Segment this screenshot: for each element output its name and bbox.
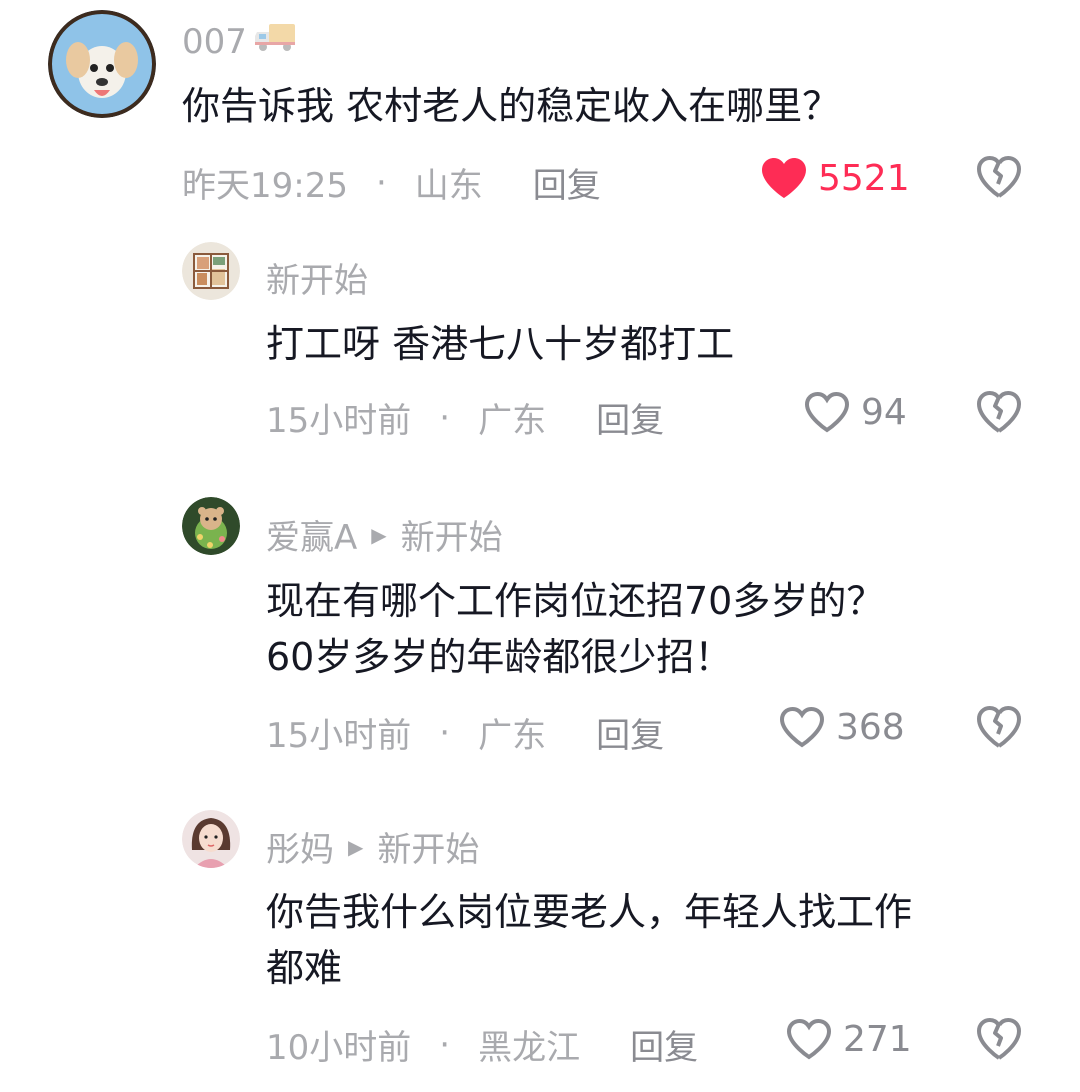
dislike-button[interactable] xyxy=(975,389,1023,439)
comment-username[interactable]: 彤妈 ▶ 新开始 xyxy=(266,822,479,871)
like-count: 5521 xyxy=(818,157,910,199)
like-button[interactable]: 271 xyxy=(785,1017,912,1061)
like-count: 271 xyxy=(843,1018,912,1060)
broken-heart-icon xyxy=(977,706,1021,748)
avatar[interactable] xyxy=(182,497,240,555)
avatar[interactable] xyxy=(48,10,156,118)
comment-username[interactable]: 新开始 xyxy=(266,253,368,302)
comment-location: 黑龙江 xyxy=(478,1028,581,1068)
dislike-button[interactable] xyxy=(975,704,1023,754)
reply-button[interactable]: 回复 xyxy=(596,708,664,757)
comment-time: 10小时前 xyxy=(266,1028,412,1068)
reply-to-username[interactable]: 新开始 xyxy=(401,510,503,559)
like-button[interactable]: 94 xyxy=(803,390,907,434)
comment-username[interactable]: 007 xyxy=(182,20,297,63)
reply-button[interactable]: 回复 xyxy=(533,158,601,207)
heart-outline-icon xyxy=(786,1018,832,1060)
broken-heart-icon xyxy=(977,156,1021,198)
comment-time: 昨天19:25 xyxy=(182,166,348,206)
comment-text: 打工呀 香港七八十岁都打工 xyxy=(266,322,735,366)
reply-arrow-icon: ▶ xyxy=(348,834,364,859)
dislike-button[interactable] xyxy=(975,154,1023,204)
heart-outline-icon xyxy=(804,391,850,433)
comment-text: 你告诉我 农村老人的稳定收入在哪里？ xyxy=(182,84,841,128)
reply-button[interactable]: 回复 xyxy=(596,393,664,442)
comment-username[interactable]: 爱赢A ▶ 新开始 xyxy=(266,510,503,559)
reply-to-username[interactable]: 新开始 xyxy=(377,822,479,871)
comment-text: 现在有哪个工作岗位还招70多岁的？ 60岁多岁的年龄都很少招！ xyxy=(266,579,885,679)
reply-arrow-icon: ▶ xyxy=(371,522,387,547)
broken-heart-icon xyxy=(977,1018,1021,1060)
avatar[interactable] xyxy=(182,242,240,300)
reply-button[interactable]: 回复 xyxy=(630,1020,698,1069)
comment-location: 山东 xyxy=(414,166,483,206)
heart-filled-icon xyxy=(762,158,806,198)
comment-time: 15小时前 xyxy=(266,401,412,441)
broken-heart-icon xyxy=(977,391,1021,433)
truck-icon xyxy=(253,20,297,63)
comment-meta: 15小时前 · 广东 回复 xyxy=(266,708,664,757)
like-count: 94 xyxy=(861,391,907,433)
comment-text: 你告我什么岗位要老人，年轻人找工作 都难 xyxy=(266,890,913,990)
comment-meta: 15小时前 · 广东 回复 xyxy=(266,393,664,442)
comment-meta: 10小时前 · 黑龙江 回复 xyxy=(266,1020,698,1069)
like-button[interactable]: 368 xyxy=(778,705,905,749)
comment-location: 广东 xyxy=(478,716,547,756)
comment-meta: 昨天19:25 · 山东 回复 xyxy=(182,158,601,207)
comment-time: 15小时前 xyxy=(266,716,412,756)
like-count: 368 xyxy=(836,706,905,748)
heart-outline-icon xyxy=(779,706,825,748)
dislike-button[interactable] xyxy=(975,1016,1023,1066)
comment-location: 广东 xyxy=(478,401,547,441)
like-button[interactable]: 5521 xyxy=(760,156,910,200)
avatar[interactable] xyxy=(182,810,240,868)
